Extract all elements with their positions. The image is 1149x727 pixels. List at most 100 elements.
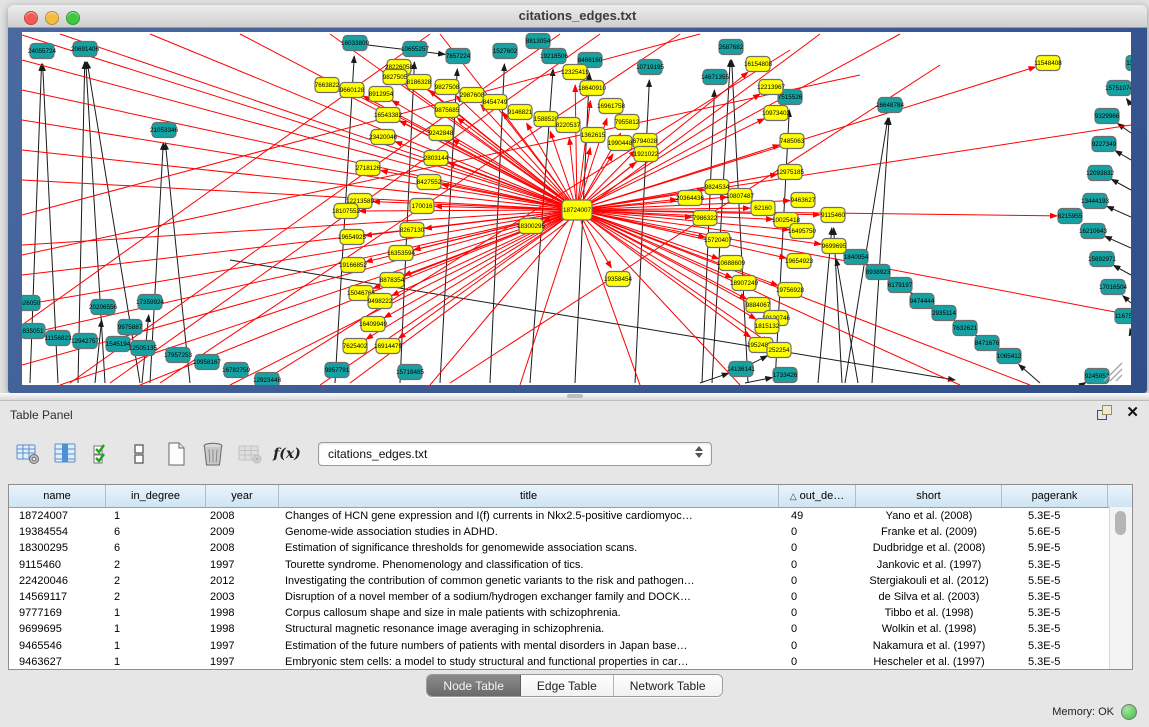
graph-node[interactable]: 12213967: [757, 80, 786, 95]
window-titlebar[interactable]: citations_edges.txt: [8, 5, 1147, 28]
graph-node[interactable]: 24055724: [28, 44, 57, 59]
graph-node[interactable]: 1362615: [581, 128, 606, 143]
graph-node[interactable]: 8427552: [417, 175, 442, 190]
graph-node[interactable]: 8186328: [407, 75, 432, 90]
graph-node[interactable]: 2935114: [932, 306, 957, 321]
graph-node[interactable]: 19756928: [776, 283, 805, 298]
vertical-scrollbar[interactable]: [1109, 507, 1132, 669]
graph-node[interactable]: 10973403: [762, 106, 791, 121]
graph-node[interactable]: 6179197: [888, 278, 913, 293]
graph-node[interactable]: 15720407: [704, 233, 733, 248]
graph-node[interactable]: 1990448: [608, 136, 633, 151]
graph-node[interactable]: 16961758: [597, 99, 626, 114]
delete-trash-icon[interactable]: [199, 440, 227, 468]
graph-node[interactable]: 10807487: [726, 189, 755, 204]
graph-node[interactable]: 2687682: [719, 40, 744, 55]
graph-node[interactable]: 17957253: [164, 348, 193, 363]
scrollbar-thumb[interactable]: [1115, 511, 1126, 535]
graph-node[interactable]: 19958167: [193, 355, 222, 370]
graph-node[interactable]: 9329966: [1095, 109, 1120, 124]
graph-node[interactable]: 9474444: [910, 294, 935, 309]
graph-node[interactable]: 16353594: [387, 246, 416, 261]
graph-node[interactable]: 12923448: [253, 373, 282, 386]
tab-node-table[interactable]: Node Table: [427, 675, 521, 696]
graph-node[interactable]: 7986322: [693, 211, 718, 226]
graph-node[interactable]: 7632621: [953, 321, 978, 336]
graph-node[interactable]: 19166852: [339, 258, 368, 273]
table-row[interactable]: 911546021997Tourette syndrome. Phenomeno…: [9, 557, 1132, 573]
graph-node[interactable]: 16210643: [1079, 224, 1108, 239]
graph-node[interactable]: 2803144: [424, 151, 449, 166]
graph-node[interactable]: 10655257: [401, 42, 430, 57]
graph-node[interactable]: 11156823: [44, 331, 72, 346]
graph-node[interactable]: 21053346: [150, 123, 179, 138]
import-table-disabled-icon[interactable]: [236, 440, 264, 468]
graph-node[interactable]: 20364436: [676, 191, 705, 206]
table-row[interactable]: 1456911722003Disruption of a novel membe…: [9, 589, 1132, 605]
tab-network-table[interactable]: Network Table: [614, 675, 722, 696]
graph-node[interactable]: 1527602: [493, 44, 518, 59]
graph-node[interactable]: 12505135: [129, 341, 158, 356]
graph-node[interactable]: 10688609: [717, 256, 746, 271]
graph-node[interactable]: 1840954: [844, 250, 869, 265]
graph-node[interactable]: 8454749: [483, 95, 508, 110]
graph-node[interactable]: 20206556: [89, 300, 118, 315]
graph-node[interactable]: 18300295: [517, 219, 546, 234]
graph-node[interactable]: 835051: [22, 324, 45, 339]
graph-node[interactable]: 13444193: [1081, 194, 1110, 209]
column-header-year[interactable]: year: [206, 485, 279, 507]
table-row[interactable]: 969969511998Structural magnetic resonanc…: [9, 621, 1132, 637]
graph-node[interactable]: 9975887: [118, 320, 143, 335]
graph-node[interactable]: 252254: [767, 343, 791, 358]
column-header-out_de[interactable]: △out_de…: [779, 485, 856, 507]
graph-node[interactable]: 19218506: [540, 49, 569, 64]
graph-node[interactable]: 7857224: [446, 49, 471, 64]
graph-node[interactable]: 8938923: [866, 265, 891, 280]
new-document-icon[interactable]: [162, 440, 190, 468]
graph-node[interactable]: 7955812: [615, 115, 640, 130]
graph-node[interactable]: 12975185: [776, 165, 805, 180]
table-settings-icon[interactable]: [14, 440, 42, 468]
graph-node[interactable]: 15718485: [396, 365, 425, 380]
graph-node[interactable]: 8267130: [400, 223, 425, 238]
graph-node[interactable]: 62160: [751, 201, 775, 216]
graph-node[interactable]: 7663822: [315, 78, 340, 93]
graph-node[interactable]: 15751074: [1105, 81, 1131, 96]
stacked-rows-icon[interactable]: [125, 440, 153, 468]
graph-node[interactable]: 18107552: [332, 204, 361, 219]
graph-node[interactable]: 16543382: [374, 108, 403, 123]
column-header-name[interactable]: name: [9, 485, 106, 507]
graph-node[interactable]: 12942757: [71, 334, 100, 349]
graph-node[interactable]: 18907249: [730, 276, 759, 291]
graph-node[interactable]: 19654923: [785, 254, 814, 269]
splitter-handle-icon[interactable]: [567, 394, 583, 398]
graph-node[interactable]: 8220537: [556, 118, 581, 133]
graph-node[interactable]: 10719195: [636, 60, 665, 75]
column-header-pagerank[interactable]: pagerank: [1002, 485, 1108, 507]
graph-node[interactable]: 14136141: [727, 362, 756, 377]
graph-node[interactable]: 17359924: [136, 295, 165, 310]
graph-node[interactable]: 9146821: [508, 105, 533, 120]
column-header-in_degree[interactable]: in_degree: [106, 485, 206, 507]
table-column-icon[interactable]: [51, 440, 79, 468]
graph-node[interactable]: 1545194: [106, 337, 131, 352]
graph-node[interactable]: 8912954: [369, 87, 394, 102]
graph-node[interactable]: 1167533: [1115, 309, 1131, 324]
graph-node[interactable]: 9242848: [429, 126, 454, 141]
graph-node[interactable]: 9827508: [435, 80, 460, 95]
graph-node[interactable]: 1921022: [634, 147, 659, 162]
close-panel-icon[interactable]: ✕: [1126, 405, 1139, 420]
graph-node[interactable]: 7625402: [343, 339, 368, 354]
resize-grip-icon[interactable]: [1110, 369, 1122, 381]
graph-node[interactable]: 11548408: [1034, 56, 1062, 71]
graph-node[interactable]: 9857791: [325, 363, 350, 378]
graph-node[interactable]: 17016504: [1099, 280, 1128, 295]
graph-node[interactable]: 16648784: [876, 98, 905, 113]
graph-node[interactable]: 1733426: [773, 368, 798, 383]
network-canvas[interactable]: 1872400724055724206914061603380910655257…: [22, 32, 1131, 385]
select-columns-checks-icon[interactable]: [88, 440, 116, 468]
graph-node[interactable]: 18640910: [578, 81, 607, 96]
table-row[interactable]: 1938455462009Genome-wide association stu…: [9, 524, 1132, 540]
table-row[interactable]: 977716911998Corpus callosum shape and si…: [9, 605, 1132, 621]
table-row[interactable]: 946362711997Embryonic stem cells: a mode…: [9, 654, 1132, 670]
